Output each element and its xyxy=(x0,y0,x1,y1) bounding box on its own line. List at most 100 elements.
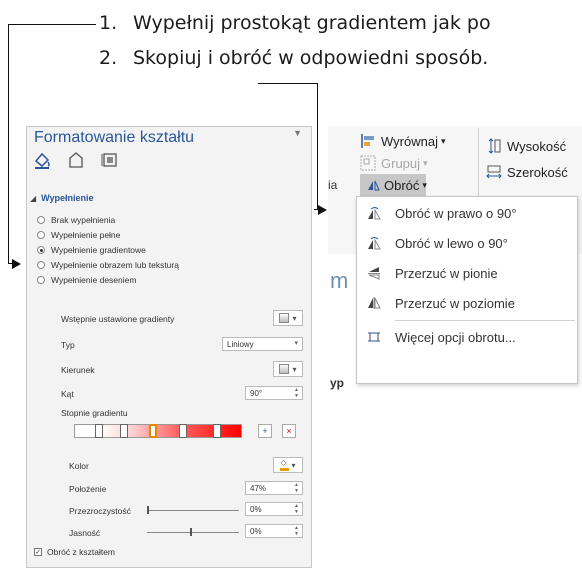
spinner-arrows-icon[interactable]: ▲ ▼ xyxy=(294,387,299,399)
gradient-stops-label: Stopnie gradientu xyxy=(61,408,128,418)
direction-dropdown[interactable]: ▾ xyxy=(273,361,303,377)
position-spinner[interactable]: 47% ▲ ▼ xyxy=(245,481,303,495)
width-icon xyxy=(486,164,502,180)
direction-swatch-icon xyxy=(279,364,290,374)
position-value: 47% xyxy=(250,483,267,493)
instruction-number: 1. xyxy=(99,12,118,34)
radio-button[interactable] xyxy=(37,276,45,284)
pane-menu-icon[interactable]: ▼ xyxy=(293,128,302,138)
fill-option-none[interactable]: Brak wypełnienia xyxy=(37,215,115,225)
brightness-value: 0% xyxy=(250,526,262,536)
radio-button[interactable] xyxy=(37,216,45,224)
chevron-down-icon: ▾ xyxy=(292,313,297,323)
rotate-icon xyxy=(366,178,380,192)
size-properties-tab-icon[interactable] xyxy=(100,150,122,172)
gradient-stop-handle[interactable] xyxy=(120,424,129,438)
color-picker-button[interactable]: ◇ ▾ xyxy=(273,457,303,473)
width-field[interactable]: Szerokość xyxy=(486,164,568,180)
instruction-text: Skopiuj i obróć w odpowiedni sposób. xyxy=(133,47,489,69)
height-icon xyxy=(486,138,502,154)
height-label: Wysokość xyxy=(507,138,567,154)
chevron-down-icon: ▾ xyxy=(292,364,297,374)
spinner-arrows-icon[interactable]: ▲ ▼ xyxy=(294,482,299,494)
angle-spinner[interactable]: 90° ▲ ▼ xyxy=(245,386,303,400)
connector-line xyxy=(258,83,318,84)
radio-label: Wypełnienie gradientowe xyxy=(51,245,146,255)
add-stop-icon[interactable]: + xyxy=(258,424,272,438)
gradient-stop-handle[interactable] xyxy=(179,424,188,438)
radio-label: Wypełnienie deseniem xyxy=(51,275,137,285)
group-button[interactable]: Grupuj ▾ xyxy=(360,155,428,171)
menu-item-more-rotation[interactable]: Więcej opcji obrotu... xyxy=(357,323,577,351)
gradient-stop-handle[interactable] xyxy=(212,424,221,438)
preset-gradients-label: Wstępnie ustawione gradienty xyxy=(61,314,175,324)
fill-section-header[interactable]: ◢ Wypełnienie xyxy=(30,193,94,203)
rotate-left-icon xyxy=(367,236,381,250)
group-label: Grupuj xyxy=(381,155,421,171)
brightness-slider-track[interactable] xyxy=(147,532,239,533)
chevron-down-icon: ▾ xyxy=(423,157,428,168)
radio-button[interactable] xyxy=(37,231,45,239)
checkbox-label: Obróć z kształtem xyxy=(47,547,116,557)
brightness-spinner[interactable]: 0% ▲ ▼ xyxy=(245,524,303,538)
transparency-label: Przezroczystość xyxy=(69,506,131,516)
menu-item-label: Obróć w prawo o 90° xyxy=(395,205,517,221)
align-label: Wyrównaj xyxy=(381,133,438,149)
section-label: Wypełnienie xyxy=(41,193,94,203)
gradient-stop-handle[interactable] xyxy=(148,424,157,438)
menu-item-rotate-left[interactable]: Obróć w lewo o 90° xyxy=(357,229,577,257)
checkbox-box[interactable]: ✓ xyxy=(34,548,42,556)
document-text-fragment: m xyxy=(330,268,349,293)
instruction-1: 1. Wypełnij prostokąt gradientem jak po xyxy=(99,11,491,35)
menu-separator xyxy=(395,320,575,321)
color-label: Kolor xyxy=(69,461,89,471)
arrow-head-icon xyxy=(12,259,21,269)
preset-gradients-dropdown[interactable]: ▾ xyxy=(273,310,303,326)
fill-option-solid[interactable]: Wypełnienie pełne xyxy=(37,230,120,240)
rotate-right-icon xyxy=(367,206,381,220)
radio-button[interactable] xyxy=(37,261,45,269)
connector-line xyxy=(8,24,96,25)
fill-option-pattern[interactable]: Wypełnienie deseniem xyxy=(37,275,136,285)
remove-stop-icon[interactable]: × xyxy=(282,424,296,438)
transparency-spinner[interactable]: 0% ▲ ▼ xyxy=(245,502,303,516)
height-field[interactable]: Wysokość xyxy=(486,138,566,154)
chevron-down-icon: ▾ xyxy=(422,179,427,190)
instruction-2: 2. Skopiuj i obróć w odpowiedni sposób. xyxy=(99,46,488,70)
connector-line xyxy=(8,24,9,264)
fill-option-gradient[interactable]: Wypełnienie gradientowe xyxy=(37,245,146,255)
rotate-button[interactable]: Obróć ▾ xyxy=(360,174,427,196)
align-icon xyxy=(360,133,376,149)
radio-label: Wypełnienie pełne xyxy=(51,230,121,240)
ribbon-separator xyxy=(478,128,479,198)
document-text-fragment: yp xyxy=(330,376,345,390)
gradient-stop-handle[interactable] xyxy=(95,424,104,438)
chevron-down-icon: ▾ xyxy=(440,135,446,146)
menu-item-rotate-right[interactable]: Obróć w prawo o 90° xyxy=(357,199,577,227)
spinner-arrows-icon[interactable]: ▲ ▼ xyxy=(294,503,299,515)
menu-item-flip-vertical[interactable]: Przerzuć w pionie xyxy=(357,259,577,287)
more-rotation-icon xyxy=(367,330,381,344)
paint-bucket-icon: ◇ xyxy=(280,459,290,471)
fill-option-picture[interactable]: Wypełnienie obrazem lub teksturą xyxy=(37,260,179,270)
width-label: Szerokość xyxy=(507,164,568,180)
align-button[interactable]: Wyrównaj ▾ xyxy=(360,133,445,149)
instruction-number: 2. xyxy=(99,47,118,69)
effects-tab-icon[interactable] xyxy=(66,150,88,172)
preset-swatch-icon xyxy=(279,313,290,323)
radio-button-selected[interactable] xyxy=(37,246,45,254)
rotate-with-shape-checkbox[interactable]: ✓ Obróć z kształtem xyxy=(34,547,115,557)
collapse-triangle-icon: ◢ xyxy=(30,194,37,203)
type-select[interactable]: Liniowy ▾ xyxy=(222,337,303,351)
transparency-slider-track[interactable] xyxy=(147,510,239,511)
fill-line-tab-icon[interactable] xyxy=(32,150,54,172)
transparency-slider-thumb[interactable] xyxy=(147,506,149,514)
menu-item-flip-horizontal[interactable]: Przerzuć w poziomie xyxy=(357,289,577,317)
radio-label: Wypełnienie obrazem lub teksturą xyxy=(51,260,179,270)
spinner-arrows-icon[interactable]: ▲ ▼ xyxy=(294,525,299,537)
flip-vertical-icon xyxy=(367,266,381,280)
menu-item-label: Przerzuć w poziomie xyxy=(395,295,515,311)
ribbon-label-fragment: ia xyxy=(328,178,338,192)
brightness-slider-thumb[interactable] xyxy=(190,528,192,536)
chevron-down-icon: ▾ xyxy=(294,340,298,347)
